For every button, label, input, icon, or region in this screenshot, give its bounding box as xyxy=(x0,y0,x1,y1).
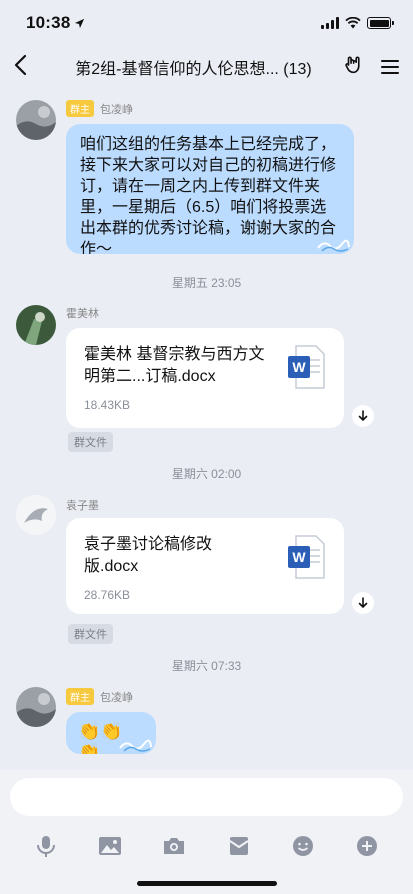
sender-row: 群主 包凌峥 xyxy=(66,688,133,705)
camera-button[interactable] xyxy=(161,833,187,859)
avatar[interactable] xyxy=(16,687,56,727)
red-packet-icon xyxy=(228,837,249,855)
message-bubble[interactable]: 咱们这组的任务基本上已经完成了，接下来大家可以对自己的初稿进行修订，请在一周之内… xyxy=(66,124,354,254)
download-arrow-icon xyxy=(358,597,368,609)
message-text: 👏👏👏 xyxy=(78,721,123,754)
wave-decoration-icon xyxy=(317,239,350,252)
file-name: 袁子墨讨论稿修改版.docx xyxy=(84,536,213,575)
chevron-left-icon xyxy=(14,54,27,76)
emoji-icon xyxy=(292,836,313,856)
file-card[interactable]: 霍美林 基督宗教与西方文明第二...订稿.docx 18.43KB W xyxy=(66,328,344,428)
file-name: 霍美林 基督宗教与西方文明第二...订稿.docx xyxy=(84,346,265,385)
sender-row: 袁子墨 xyxy=(66,497,99,513)
message-input[interactable] xyxy=(10,778,403,816)
owner-badge: 群主 xyxy=(66,688,94,705)
wifi-icon xyxy=(345,17,361,29)
back-button[interactable] xyxy=(14,54,44,80)
group-file-tag: 群文件 xyxy=(68,624,113,644)
more-button[interactable] xyxy=(354,833,380,859)
avatar[interactable] xyxy=(16,495,56,535)
voice-button[interactable] xyxy=(33,833,59,859)
image-icon xyxy=(99,837,122,855)
input-area xyxy=(0,770,413,894)
rock-hand-button[interactable] xyxy=(343,54,365,81)
word-document-icon: W xyxy=(288,345,325,389)
download-arrow-icon xyxy=(358,410,368,422)
sender-name: 袁子墨 xyxy=(66,500,99,512)
download-button[interactable] xyxy=(352,405,374,427)
word-document-icon: W xyxy=(288,535,325,579)
sender-name: 包凌峥 xyxy=(100,103,133,116)
camera-icon xyxy=(164,838,185,854)
red-packet-button[interactable] xyxy=(226,833,252,859)
sender-name: 霍美林 xyxy=(66,308,99,320)
sender-name: 包凌峥 xyxy=(100,691,133,704)
plus-icon xyxy=(356,836,377,856)
chat-header: 第2组-基督信仰的人伦思想... (13) xyxy=(0,46,413,88)
menu-button[interactable] xyxy=(381,60,399,74)
avatar[interactable] xyxy=(16,100,56,140)
avatar[interactable] xyxy=(16,305,56,345)
sender-row: 霍美林 xyxy=(66,305,99,321)
status-bar: 10:38 xyxy=(0,0,413,46)
status-time: 10:38 xyxy=(26,13,71,32)
timestamp: 星期六 07:33 xyxy=(171,659,242,673)
wave-decoration-icon xyxy=(119,739,152,752)
cellular-signal-icon xyxy=(321,17,339,29)
chat-title: 第2组-基督信仰的人伦思想... (13) xyxy=(75,61,312,78)
group-file-tag: 群文件 xyxy=(68,432,113,452)
emoji-button[interactable] xyxy=(290,833,316,859)
download-button[interactable] xyxy=(352,592,374,614)
home-indicator xyxy=(137,881,277,886)
svg-text:W: W xyxy=(292,359,306,375)
message-bubble[interactable]: 👏👏👏 xyxy=(66,712,156,754)
battery-icon xyxy=(367,17,394,29)
message-text: 咱们这组的任务基本上已经完成了，接下来大家可以对自己的初稿进行修订，请在一周之内… xyxy=(80,136,337,254)
image-button[interactable] xyxy=(97,833,123,859)
timestamp: 星期五 23:05 xyxy=(171,276,242,290)
microphone-icon xyxy=(37,836,56,857)
input-toolbar xyxy=(0,826,413,866)
timestamp: 星期六 02:00 xyxy=(171,467,242,481)
file-size: 28.76KB xyxy=(84,588,131,602)
sender-row: 群主 包凌峥 xyxy=(66,100,133,117)
file-size: 18.43KB xyxy=(84,398,131,412)
file-card[interactable]: 袁子墨讨论稿修改版.docx 28.76KB W xyxy=(66,518,344,614)
owner-badge: 群主 xyxy=(66,100,94,117)
svg-text:W: W xyxy=(292,549,306,565)
rock-hand-icon xyxy=(345,56,360,73)
location-arrow-icon xyxy=(75,18,85,28)
